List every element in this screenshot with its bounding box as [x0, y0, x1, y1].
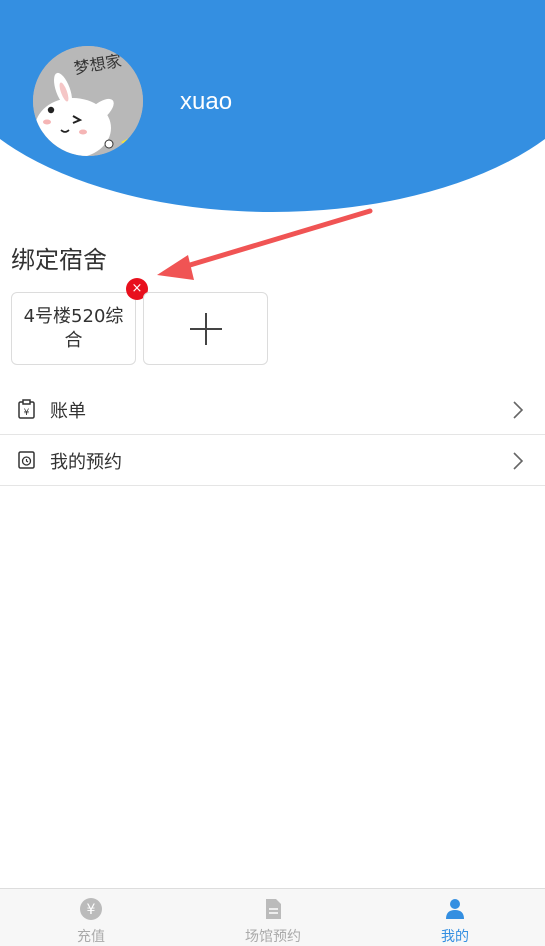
tab-mine[interactable]: 我的: [364, 889, 545, 946]
bill-icon: ¥: [18, 399, 35, 419]
svg-text:¥: ¥: [87, 902, 96, 918]
dorm-card[interactable]: 4号楼520综合: [11, 292, 136, 365]
add-dorm-button[interactable]: [143, 292, 268, 365]
tab-label-venue-booking: 场馆预约: [245, 929, 301, 945]
person-icon: [446, 899, 464, 919]
menu-item-bill[interactable]: ¥ 账单: [0, 384, 545, 435]
avatar-char-1: 梦想家: [72, 51, 123, 78]
tab-recharge[interactable]: ¥ 充值: [0, 889, 182, 946]
reservation-icon: [18, 451, 35, 469]
menu-item-label-reservations: 我的预约: [50, 452, 122, 473]
yen-coin-icon: ¥: [80, 898, 102, 920]
tab-label-mine: 我的: [441, 929, 469, 945]
svg-text:¥: ¥: [24, 408, 30, 418]
avatar[interactable]: 梦想家: [33, 46, 143, 156]
profile-header: 梦想家 xuao: [0, 0, 545, 215]
chevron-right-icon: [513, 452, 524, 470]
section-title-bound-dorm: 绑定宿舍: [11, 246, 107, 274]
username: xuao: [180, 88, 233, 115]
tab-label-recharge: 充值: [77, 929, 105, 945]
menu-item-my-reservations[interactable]: 我的预约: [0, 435, 545, 486]
menu-item-label-bill: 账单: [50, 401, 86, 422]
bottom-tab-bar: ¥ 充值 场馆预约 我的: [0, 888, 545, 946]
tab-venue-booking[interactable]: 场馆预约: [182, 889, 364, 946]
dorm-card-label: 4号楼520综合: [23, 305, 124, 351]
document-icon: [266, 899, 281, 919]
plus-icon: [190, 313, 222, 345]
chevron-right-icon: [513, 401, 524, 419]
avatar-text-overlay: 梦想家: [72, 51, 123, 78]
